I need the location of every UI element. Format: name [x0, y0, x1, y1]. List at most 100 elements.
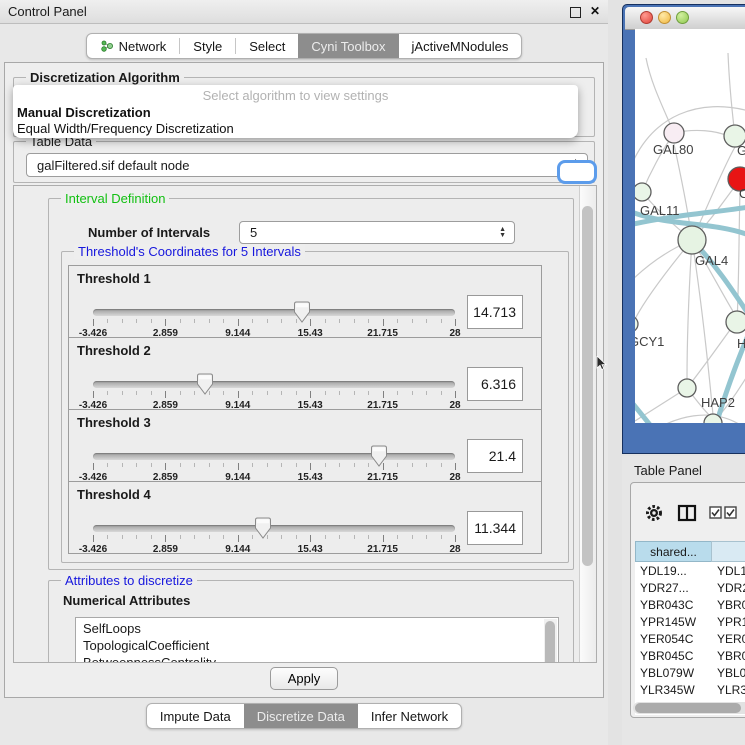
threshold-slider[interactable]: -3.4262.8599.14415.4321.71528	[93, 378, 455, 411]
network-edge[interactable]	[646, 58, 674, 133]
zoom-window-icon[interactable]	[676, 11, 689, 24]
table-hscrollbar[interactable]	[633, 702, 745, 714]
attribute-item[interactable]: BetweennessCentrality	[83, 654, 558, 663]
tick-mark	[441, 319, 442, 323]
interval-definition-title: Interval Definition	[61, 191, 169, 206]
algorithm-option[interactable]: Equal Width/Frequency Discretization	[13, 121, 578, 137]
table-row[interactable]: YER054CYER0	[635, 630, 745, 647]
network-node[interactable]	[678, 226, 706, 254]
algorithm-combo[interactable]	[557, 160, 597, 184]
threshold-slider[interactable]: -3.4262.8599.14415.4321.71528	[93, 522, 455, 555]
tab-label: Impute Data	[160, 709, 231, 724]
tick-mark	[151, 463, 152, 467]
table-hscrollbar-thumb[interactable]	[635, 703, 741, 713]
network-icon	[100, 39, 114, 53]
node-label: C	[739, 186, 745, 201]
tab-jactivemnodules[interactable]: jActiveMNodules	[399, 34, 522, 58]
column-header[interactable]: shared...	[635, 541, 712, 562]
attributes-title: Attributes to discretize	[61, 573, 197, 588]
table-row[interactable]: YBR045CYBR0	[635, 647, 745, 664]
tick-mark	[368, 391, 369, 395]
tick-mark	[238, 391, 239, 398]
network-node[interactable]	[635, 316, 638, 332]
table-row[interactable]: YLR345WYLR3	[635, 681, 745, 698]
float-panel-icon[interactable]	[570, 7, 581, 18]
tick-mark	[310, 463, 311, 470]
close-panel-icon[interactable]: ✕	[590, 4, 600, 18]
apply-button[interactable]: Apply	[270, 667, 338, 690]
threshold-value-field[interactable]: 11.344	[467, 511, 523, 545]
threshold-slider[interactable]: -3.4262.8599.14415.4321.71528	[93, 306, 455, 339]
tick-mark	[252, 391, 253, 395]
threshold-value-field[interactable]: 6.316	[467, 367, 523, 401]
threshold-value-field[interactable]: 21.4	[467, 439, 523, 473]
split-panel-icon[interactable]	[677, 503, 697, 523]
tick-mark	[238, 319, 239, 326]
network-edge[interactable]	[687, 330, 730, 388]
attribute-item[interactable]: SelfLoops	[83, 620, 558, 637]
threshold-value-field[interactable]: 14.713	[467, 295, 523, 329]
checkbox-icon[interactable]	[709, 506, 722, 519]
attributes-scrollbar[interactable]	[544, 619, 557, 663]
table-row[interactable]: YDL19...YDL1	[635, 562, 745, 579]
algorithm-option[interactable]: Manual Discretization	[13, 105, 578, 121]
network-edge[interactable]	[728, 53, 735, 136]
tab-infer-network[interactable]: Infer Network	[358, 704, 461, 728]
network-view-window: GAL80GAGAL11CGAL4GCY1HAHAP2	[622, 4, 745, 454]
tab-network[interactable]: Network	[87, 34, 180, 58]
tab-discretize-data[interactable]: Discretize Data	[244, 704, 358, 728]
top-tab-row: NetworkStyle Select Cyni ToolboxjActiveMNo…	[0, 33, 608, 59]
table-row[interactable]: YDR27...YDR2	[635, 579, 745, 596]
settings-scrollbar-thumb[interactable]	[582, 206, 593, 566]
network-window-titlebar[interactable]	[625, 7, 745, 30]
network-node[interactable]	[664, 123, 684, 143]
tick-mark	[426, 463, 427, 467]
checkbox-icon[interactable]	[724, 506, 737, 519]
tick-mark	[325, 319, 326, 323]
tick-label: 21.715	[367, 544, 398, 555]
tab-label: Select	[249, 39, 285, 54]
thresholds-group: Threshold's Coordinates for 5 Intervals …	[61, 251, 569, 563]
threshold-slider[interactable]: -3.4262.8599.14415.4321.71528	[93, 450, 455, 483]
table-row[interactable]: YBR043CYBR0	[635, 596, 745, 613]
column-header[interactable]: na	[711, 541, 745, 562]
network-edge[interactable]	[687, 240, 692, 380]
minimize-window-icon[interactable]	[658, 11, 671, 24]
table-row[interactable]: YPR145WYPR1	[635, 613, 745, 630]
slider-thumb[interactable]	[254, 517, 272, 540]
tick-mark	[412, 535, 413, 539]
slider-thumb[interactable]	[370, 445, 388, 468]
tick-mark	[136, 391, 137, 395]
tab-cyni-toolbox[interactable]: Cyni Toolbox	[298, 34, 398, 58]
tick-mark	[267, 391, 268, 395]
network-edge[interactable]	[635, 399, 677, 423]
table-cell: YBR0	[712, 649, 745, 663]
settings-scrollbar[interactable]	[579, 186, 596, 662]
tick-mark	[223, 463, 224, 467]
tick-mark	[412, 463, 413, 467]
network-canvas[interactable]: GAL80GAGAL11CGAL4GCY1HAHAP2	[635, 29, 745, 423]
network-edge[interactable]	[635, 415, 745, 423]
slider-thumb[interactable]	[293, 301, 311, 324]
table-data-combo[interactable]: galFiltered.sif default node ▲▼	[26, 153, 588, 177]
tab-select[interactable]: Select	[236, 34, 298, 58]
table-header: shared...na	[635, 541, 745, 562]
tab-style[interactable]: Style	[180, 34, 235, 58]
tab-label: Infer Network	[371, 709, 448, 724]
network-node[interactable]	[678, 379, 696, 397]
slider-thumb[interactable]	[196, 373, 214, 396]
tab-impute-data[interactable]: Impute Data	[147, 704, 244, 728]
tick-mark	[93, 319, 94, 326]
network-node[interactable]	[635, 183, 651, 201]
tick-mark	[180, 463, 181, 467]
gear-icon[interactable]	[644, 503, 664, 523]
network-node[interactable]	[726, 311, 745, 333]
num-intervals-combo[interactable]: 5 ▲▼	[239, 221, 515, 244]
tick-mark	[252, 463, 253, 467]
slider-track	[93, 381, 455, 388]
attributes-listbox[interactable]: SelfLoopsTopologicalCoefficientBetweenne…	[75, 617, 559, 663]
close-window-icon[interactable]	[640, 11, 653, 24]
attribute-item[interactable]: TopologicalCoefficient	[83, 637, 558, 654]
table-row[interactable]: YBL079WYBL0	[635, 664, 745, 681]
tick-mark	[455, 463, 456, 470]
